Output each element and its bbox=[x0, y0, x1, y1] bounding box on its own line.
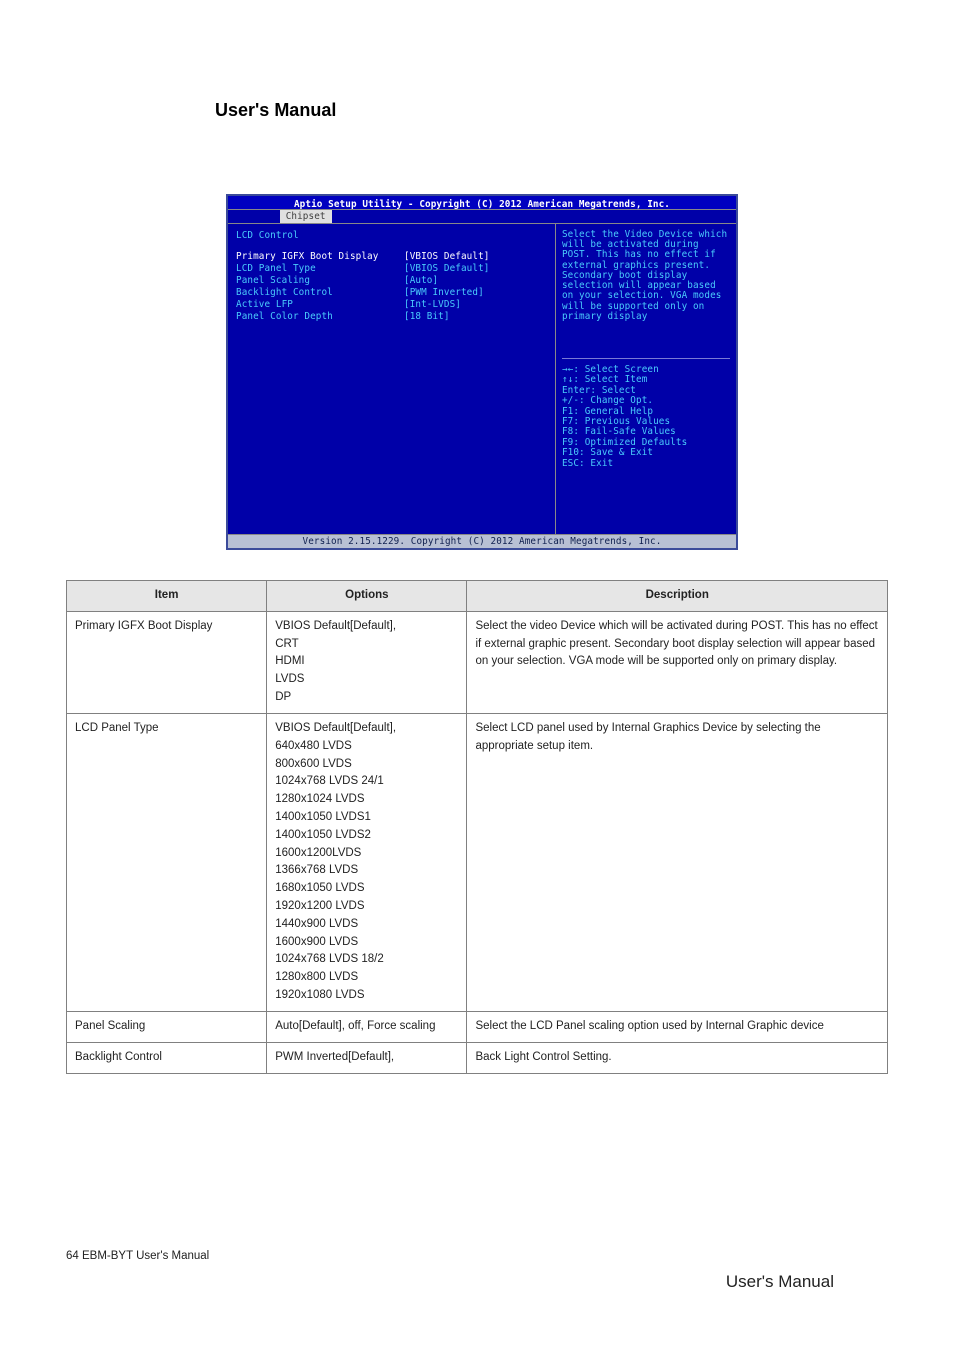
table-header-options: Options bbox=[267, 581, 467, 612]
bios-divider bbox=[562, 358, 730, 359]
bios-section-heading: LCD Control bbox=[236, 230, 547, 241]
bios-row-value: [PWM Inverted] bbox=[404, 287, 484, 299]
bios-row: Primary IGFX Boot Display [VBIOS Default… bbox=[236, 251, 547, 263]
table-cell-desc: Select the LCD Panel scaling option used… bbox=[467, 1011, 888, 1042]
bios-row: LCD Panel Type [VBIOS Default] bbox=[236, 263, 547, 275]
bios-key-line: ESC: Exit bbox=[562, 459, 730, 469]
bios-screenshot: Aptio Setup Utility - Copyright (C) 2012… bbox=[226, 194, 738, 550]
table-cell-desc: Select LCD panel used by Internal Graphi… bbox=[467, 713, 888, 1011]
table-cell-options: Auto[Default], off, Force scaling bbox=[267, 1011, 467, 1042]
table-header-description: Description bbox=[467, 581, 888, 612]
table-cell-desc: Back Light Control Setting. bbox=[467, 1042, 888, 1073]
table-cell-item: Panel Scaling bbox=[67, 1011, 267, 1042]
bios-titlebar: Aptio Setup Utility - Copyright (C) 2012… bbox=[228, 196, 736, 210]
table-cell-desc: Select the video Device which will be ac… bbox=[467, 611, 888, 713]
bios-row-label: Panel Color Depth bbox=[236, 311, 404, 323]
bios-row-value: [VBIOS Default] bbox=[404, 251, 489, 263]
bios-row: Panel Scaling [Auto] bbox=[236, 275, 547, 287]
page-number: 64 EBM-BYT User's Manual bbox=[66, 1250, 209, 1262]
bios-help-text: Select the Video Device which will be ac… bbox=[562, 230, 730, 322]
bios-left-pane: LCD Control Primary IGFX Boot Display [V… bbox=[228, 224, 556, 534]
bios-row-value: [18 Bit] bbox=[404, 311, 450, 323]
table-cell-options: PWM Inverted[Default], bbox=[267, 1042, 467, 1073]
bios-tabbar: Chipset bbox=[228, 210, 736, 224]
settings-table: Item Options Description Primary IGFX Bo… bbox=[66, 580, 888, 1074]
bios-row-label: Panel Scaling bbox=[236, 275, 404, 287]
bios-tab-chipset: Chipset bbox=[280, 210, 332, 223]
bios-row-value: [Auto] bbox=[404, 275, 438, 287]
bios-row: Backlight Control [PWM Inverted] bbox=[236, 287, 547, 299]
bios-row: Active LFP [Int-LVDS] bbox=[236, 299, 547, 311]
table-cell-options: VBIOS Default[Default], CRT HDMI LVDS DP bbox=[267, 611, 467, 713]
bios-row-value: [Int-LVDS] bbox=[404, 299, 461, 311]
table-row: Primary IGFX Boot Display VBIOS Default[… bbox=[67, 611, 888, 713]
table-cell-item: LCD Panel Type bbox=[67, 713, 267, 1011]
bios-row-label: Primary IGFX Boot Display bbox=[236, 251, 404, 263]
bios-row: Panel Color Depth [18 Bit] bbox=[236, 311, 547, 323]
table-cell-options: VBIOS Default[Default], 640x480 LVDS 800… bbox=[267, 713, 467, 1011]
table-cell-item: Primary IGFX Boot Display bbox=[67, 611, 267, 713]
footer-manual: User's Manual bbox=[726, 1272, 834, 1292]
bios-row-label: LCD Panel Type bbox=[236, 263, 404, 275]
page-title: User's Manual bbox=[215, 100, 336, 121]
bios-right-pane: Select the Video Device which will be ac… bbox=[556, 224, 736, 534]
table-header-item: Item bbox=[67, 581, 267, 612]
table-row: Panel Scaling Auto[Default], off, Force … bbox=[67, 1011, 888, 1042]
bios-row-value: [VBIOS Default] bbox=[404, 263, 489, 275]
table-row: LCD Panel Type VBIOS Default[Default], 6… bbox=[67, 713, 888, 1011]
bios-row-label: Backlight Control bbox=[236, 287, 404, 299]
bios-key-hints: →←: Select Screen ↑↓: Select Item Enter:… bbox=[562, 365, 730, 469]
bios-row-label: Active LFP bbox=[236, 299, 404, 311]
table-row: Backlight Control PWM Inverted[Default],… bbox=[67, 1042, 888, 1073]
table-cell-item: Backlight Control bbox=[67, 1042, 267, 1073]
bios-footer: Version 2.15.1229. Copyright (C) 2012 Am… bbox=[228, 534, 736, 548]
table-header-row: Item Options Description bbox=[67, 581, 888, 612]
